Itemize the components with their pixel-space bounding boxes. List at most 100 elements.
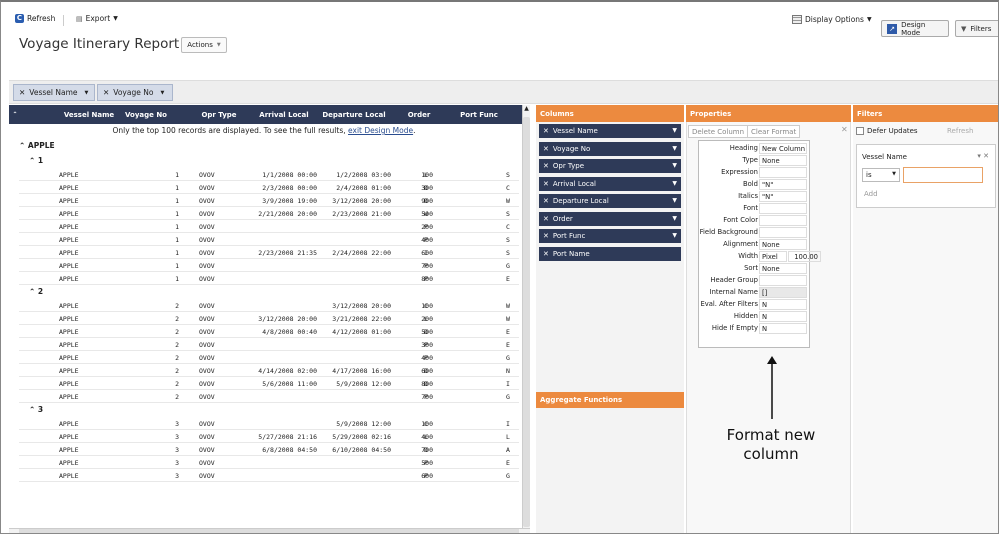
close-icon[interactable]: ✕ — [841, 125, 848, 134]
remove-icon[interactable]: ✕ — [543, 145, 549, 153]
table-row[interactable]: APPLE 1 OVOV 2/21/2008 20:00 2/23/2008 21:00… — [19, 208, 519, 220]
table-row[interactable]: APPLE 1 OVOV 200 P C — [19, 221, 519, 233]
table-row[interactable]: APPLE 2 OVOV 5/6/2008 11:00 5/9/2008 12:00 80… — [19, 378, 519, 390]
dropdown-arrow-icon[interactable]: ▼ — [672, 127, 677, 134]
filter-value-input[interactable] — [903, 167, 983, 183]
property-value[interactable]: None — [759, 239, 807, 250]
add-filter-button[interactable]: Add — [864, 190, 878, 198]
filter-operator-select[interactable]: is ▼ — [862, 168, 900, 182]
column-header-vessel-name[interactable]: Vessel Name — [59, 111, 119, 119]
dropdown-arrow-icon[interactable]: ▼ — [672, 180, 677, 187]
collapse-icon[interactable]: ⌃ — [19, 141, 28, 150]
property-value[interactable]: N — [759, 323, 807, 334]
dropdown-arrow-icon[interactable]: ▼ — [672, 197, 677, 204]
dropdown-arrow-icon[interactable]: ▼ — [672, 162, 677, 169]
table-row[interactable]: APPLE 3 OVOV 6/8/2008 04:50 6/10/2008 04:50 7… — [19, 444, 519, 456]
table-row[interactable]: APPLE 1 OVOV 700 P G — [19, 260, 519, 272]
display-options-button[interactable]: Display Options ▼ — [792, 15, 872, 24]
table-row[interactable]: APPLE 2 OVOV 4/14/2008 02:00 4/17/2008 16:00… — [19, 365, 519, 377]
property-value[interactable] — [759, 203, 807, 214]
delete-column-button[interactable]: Delete Column — [688, 125, 749, 138]
group-chip-voyage-no[interactable]: ✕ Voyage No ▼ — [97, 84, 173, 101]
remove-icon[interactable]: ✕ — [543, 180, 549, 188]
voyage-group-header[interactable]: ⌃ 3 — [29, 405, 43, 414]
column-list-item[interactable]: ✕ Departure Local ▼ — [539, 194, 681, 208]
filters-refresh-button[interactable]: Refresh — [947, 127, 973, 135]
dropdown-arrow-icon[interactable]: ▼ — [84, 90, 88, 96]
remove-icon[interactable]: ✕ — [543, 250, 549, 258]
property-value[interactable]: New Column — [759, 143, 807, 154]
property-value[interactable]: 100.00 — [788, 251, 821, 262]
refresh-button[interactable]: C Refresh — [15, 14, 55, 23]
property-value[interactable]: Pixel — [759, 251, 787, 262]
grid-horizontal-scrollbar[interactable] — [9, 528, 530, 533]
collapse-icon[interactable]: ⌃ — [29, 405, 38, 414]
dropdown-arrow-icon[interactable]: ▼ — [672, 145, 677, 152]
remove-icon[interactable]: ✕ — [543, 162, 549, 170]
column-header-opr-type[interactable]: Opr Type — [189, 111, 249, 119]
vessel-group-header[interactable]: ⌃ APPLE — [19, 141, 55, 150]
defer-updates-checkbox[interactable] — [856, 127, 864, 135]
collapse-all-icon[interactable]: ⌃ — [11, 111, 19, 118]
property-value[interactable]: N — [759, 311, 807, 322]
export-button[interactable]: ▤ Export ▼ — [76, 14, 118, 23]
property-value[interactable]: None — [759, 263, 807, 274]
table-row[interactable]: APPLE 2 OVOV 3/12/2008 20:00 3/21/2008 22:00… — [19, 313, 519, 325]
remove-icon[interactable]: ✕ — [19, 88, 25, 97]
table-row[interactable]: APPLE 1 OVOV 1/1/2008 00:00 1/2/2008 03:00 10… — [19, 169, 519, 181]
voyage-group-header[interactable]: ⌃ 1 — [29, 156, 43, 165]
collapse-icon[interactable]: ⌃ — [29, 156, 38, 165]
property-value[interactable]: "N" — [759, 179, 807, 190]
actions-button[interactable]: Actions ▼ — [181, 37, 227, 53]
remove-icon[interactable]: ✕ — [543, 127, 549, 135]
dropdown-arrow-icon[interactable]: ▼ — [672, 232, 677, 239]
filter-card-controls[interactable]: ▾ ✕ — [977, 152, 989, 160]
table-row[interactable]: APPLE 2 OVOV 4/8/2008 00:40 4/12/2008 01:00 5… — [19, 326, 519, 338]
property-value[interactable] — [759, 275, 807, 286]
collapse-icon[interactable]: ⌃ — [29, 287, 38, 296]
remove-icon[interactable]: ✕ — [103, 88, 109, 97]
column-header-port-func[interactable]: Port Func — [449, 111, 509, 119]
column-list-item[interactable]: ✕ Port Name — [539, 246, 681, 261]
scrollbar-thumb[interactable] — [19, 529, 519, 533]
scroll-up-icon[interactable]: ▲ — [523, 105, 530, 115]
column-list-item[interactable]: ✕ Opr Type ▼ — [539, 159, 681, 173]
column-list-item[interactable]: ✕ Arrival Local ▼ — [539, 176, 681, 191]
column-header-departure-local[interactable]: Departure Local — [317, 111, 391, 119]
table-row[interactable]: APPLE 2 OVOV 3/12/2008 20:00 100 C W — [19, 300, 519, 312]
exit-design-mode-link[interactable]: exit Design Mode — [348, 126, 413, 135]
table-row[interactable]: APPLE 1 OVOV 2/23/2008 21:35 2/24/2008 22:00… — [19, 247, 519, 259]
property-value[interactable]: N — [759, 299, 807, 310]
column-header-arrival-local[interactable]: Arrival Local — [249, 111, 319, 119]
grid-vertical-scrollbar[interactable]: ▲ — [522, 105, 530, 530]
property-value[interactable]: [] — [759, 287, 807, 298]
remove-icon[interactable]: ✕ — [543, 215, 549, 223]
table-row[interactable]: APPLE 3 OVOV 5/9/2008 12:00 100 C I — [19, 418, 519, 430]
voyage-group-header[interactable]: ⌃ 2 — [29, 287, 43, 296]
table-row[interactable]: APPLE 3 OVOV 600 P G — [19, 470, 519, 482]
scrollbar-thumb[interactable] — [523, 117, 530, 527]
dropdown-arrow-icon[interactable]: ▼ — [160, 90, 164, 96]
design-mode-button[interactable]: ↗ Design Mode — [881, 20, 949, 37]
filters-button[interactable]: ▼ Filters — [955, 20, 998, 37]
property-value[interactable] — [759, 167, 807, 178]
dropdown-arrow-icon[interactable]: ▼ — [672, 215, 677, 222]
column-header-order[interactable]: Order — [394, 111, 444, 119]
property-value[interactable]: "N" — [759, 191, 807, 202]
table-row[interactable]: APPLE 1 OVOV 2/3/2008 00:00 2/4/2008 01:00 30… — [19, 182, 519, 194]
property-value[interactable] — [759, 215, 807, 226]
table-row[interactable]: APPLE 1 OVOV 400 P S — [19, 234, 519, 246]
table-row[interactable]: APPLE 2 OVOV 400 P G — [19, 352, 519, 364]
table-row[interactable]: APPLE 1 OVOV 800 P E — [19, 273, 519, 285]
column-list-item[interactable]: ✕ Port Func ▼ — [539, 229, 681, 243]
clear-format-button[interactable]: Clear Format — [747, 125, 801, 138]
property-value[interactable]: None — [759, 155, 807, 166]
table-row[interactable]: APPLE 2 OVOV 300 P E — [19, 339, 519, 351]
property-value[interactable] — [759, 227, 807, 238]
table-row[interactable]: APPLE 1 OVOV 3/9/2008 19:00 3/12/2008 20:00 9… — [19, 195, 519, 207]
column-header-voyage-no[interactable]: Voyage No — [121, 111, 171, 119]
column-list-item[interactable]: ✕ Voyage No ▼ — [539, 141, 681, 156]
column-list-item[interactable]: ✕ Order ▼ — [539, 211, 681, 226]
remove-icon[interactable]: ✕ — [543, 232, 549, 240]
table-row[interactable]: APPLE 3 OVOV 500 P E — [19, 457, 519, 469]
